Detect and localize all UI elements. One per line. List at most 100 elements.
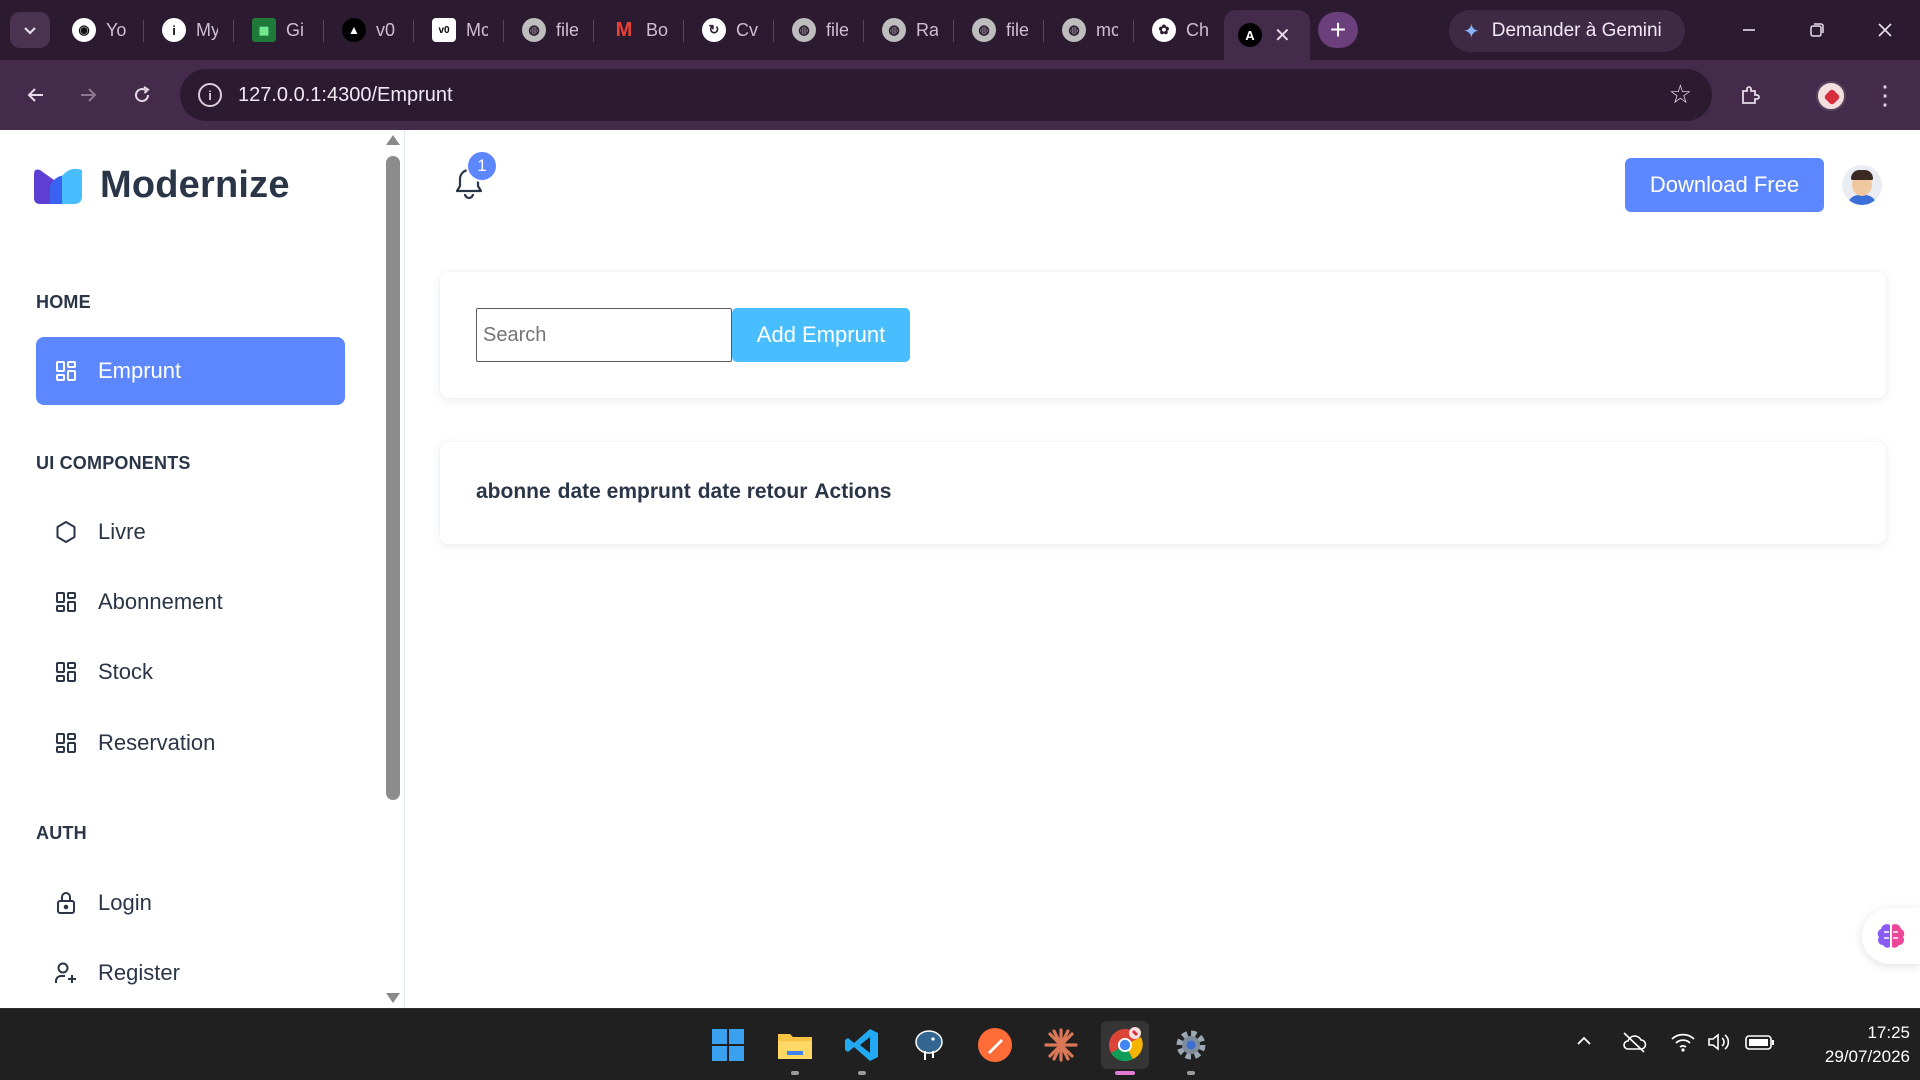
back-button[interactable] xyxy=(16,76,56,114)
sidebar-item-login[interactable]: Login xyxy=(36,869,345,937)
globe-icon: ◍ xyxy=(972,18,996,42)
brand[interactable]: Modernize xyxy=(32,164,290,207)
search-input[interactable] xyxy=(476,308,732,362)
tab-separator xyxy=(683,20,684,42)
modernize-logo-icon xyxy=(32,166,84,206)
settings-taskbar-app[interactable] xyxy=(1167,1021,1215,1075)
sidebar-item-reservation[interactable]: Reservation xyxy=(36,709,345,777)
browser-tab[interactable]: ▲ v0 xyxy=(328,10,414,50)
scroll-up-arrow-icon[interactable] xyxy=(386,135,400,145)
close-window-button[interactable] xyxy=(1862,8,1908,52)
postgresql-taskbar-app[interactable] xyxy=(905,1021,953,1069)
column-header-date-emprunt: date emprunt xyxy=(557,480,691,503)
sidebar-item-stock[interactable]: Stock xyxy=(36,638,345,706)
bookmark-star-icon[interactable]: ☆ xyxy=(1669,79,1692,110)
minimize-button[interactable] xyxy=(1726,8,1772,52)
reload-icon xyxy=(135,86,150,103)
postman-icon xyxy=(978,1028,1012,1062)
wifi-icon[interactable] xyxy=(1670,1031,1696,1059)
column-header-abonne: abonne xyxy=(476,480,551,503)
browser-tab[interactable]: ◍ file xyxy=(778,10,864,50)
sidebar-item-abonnement[interactable]: Abonnement xyxy=(36,568,345,636)
globe-icon: ◍ xyxy=(522,18,546,42)
browser-tab[interactable]: v0 Mc xyxy=(418,10,504,50)
claude-taskbar-app[interactable] xyxy=(1037,1021,1085,1069)
tab-search-button[interactable] xyxy=(10,12,50,48)
browser-tab[interactable]: i My xyxy=(148,10,234,50)
reload-button[interactable] xyxy=(122,76,162,114)
chrome-taskbar-app[interactable] xyxy=(1101,1021,1149,1075)
browser-tab[interactable]: ▦ Gi xyxy=(238,10,324,50)
emprunt-table-card: abonne date emprunt date retour Actions xyxy=(440,442,1886,544)
address-bar[interactable]: i 127.0.0.1:4300/Emprunt ☆ xyxy=(180,69,1712,121)
grid-sheet-icon: ▦ xyxy=(252,18,276,42)
gemini-button[interactable]: ✦ Demander à Gemini xyxy=(1449,10,1685,52)
show-hidden-icons-chevron-up-icon[interactable] xyxy=(1574,1031,1594,1057)
sidebar-item-label: Login xyxy=(98,890,152,915)
sidebar-scroll-thumb[interactable] xyxy=(386,156,400,800)
taskbar-clock[interactable]: 17:25 29/07/2026 xyxy=(1790,1021,1910,1069)
browser-tab-active[interactable]: A ✕ xyxy=(1224,10,1310,60)
clock-date: 29/07/2026 xyxy=(1824,1047,1910,1066)
sidebar-item-register[interactable]: Register xyxy=(36,939,345,1007)
battery-icon[interactable] xyxy=(1745,1031,1775,1059)
column-header-actions: Actions xyxy=(814,480,892,503)
gemini-label: Demander à Gemini xyxy=(1491,20,1662,41)
minimize-icon xyxy=(1743,29,1755,31)
browser-tab[interactable]: ↻ Cv xyxy=(688,10,774,50)
browser-tab[interactable]: ✿ Ch xyxy=(1138,10,1224,50)
tab-title: My xyxy=(196,19,218,40)
notification-badge: 1 xyxy=(466,150,498,182)
forward-button[interactable] xyxy=(68,76,108,114)
url-text[interactable]: 127.0.0.1:4300/Emprunt xyxy=(238,84,453,107)
scroll-down-arrow-icon[interactable] xyxy=(386,993,400,1003)
tab-separator xyxy=(863,20,864,42)
browser-tab[interactable]: ◍ Ra xyxy=(868,10,954,50)
volume-icon[interactable] xyxy=(1707,1031,1733,1059)
browser-tab[interactable]: M Bo xyxy=(598,10,684,50)
restore-button[interactable] xyxy=(1794,8,1840,52)
openai-icon: ✿ xyxy=(1152,18,1176,42)
sidebar: Modernize HOME Emprunt UI COMPONENTS Liv… xyxy=(0,130,405,1008)
download-free-button[interactable]: Download Free xyxy=(1625,158,1824,212)
new-tab-button[interactable]: + xyxy=(1318,12,1358,48)
cloud-offline-icon[interactable] xyxy=(1621,1031,1647,1059)
add-emprunt-button[interactable]: Add Emprunt xyxy=(732,308,910,362)
vscode-taskbar-app[interactable] xyxy=(838,1021,886,1075)
tab-title: Gi xyxy=(286,19,304,40)
arrow-left-icon xyxy=(27,88,43,102)
sidebar-item-emprunt[interactable]: Emprunt xyxy=(36,337,345,405)
section-home: HOME xyxy=(36,292,91,312)
sidebar-item-label: Livre xyxy=(98,519,146,544)
windows-logo-icon xyxy=(712,1029,744,1061)
avatar-shirt xyxy=(1847,195,1877,205)
vercel-triangle-icon: ▲ xyxy=(342,18,366,42)
gemini-sparkle-icon: ✦ xyxy=(1463,20,1480,43)
main-content: 1 Download Free Add Emprunt abonne date … xyxy=(406,130,1920,1008)
browser-tab[interactable]: ◉ Yo xyxy=(58,10,144,50)
user-avatar[interactable] xyxy=(1842,165,1882,205)
postman-taskbar-app[interactable] xyxy=(971,1021,1019,1069)
assistant-brain-button[interactable] xyxy=(1862,908,1920,964)
browser-tab[interactable]: ◍ file xyxy=(508,10,594,50)
chrome-icon xyxy=(1109,1027,1143,1062)
file-explorer-taskbar-app[interactable] xyxy=(771,1021,819,1075)
layout-dashboard-icon xyxy=(52,729,80,757)
browser-menu-icon[interactable]: ⋮ xyxy=(1870,76,1900,114)
profile-avatar[interactable] xyxy=(1816,81,1846,111)
sidebar-item-label: Emprunt xyxy=(98,358,182,383)
arrow-right-icon xyxy=(81,88,97,102)
restore-icon xyxy=(1810,23,1824,37)
clock-time: 17:25 xyxy=(1867,1023,1910,1042)
site-info-icon[interactable]: i xyxy=(198,83,222,107)
start-button[interactable] xyxy=(704,1021,752,1069)
extensions-icon[interactable] xyxy=(1730,76,1770,114)
tab-separator xyxy=(1043,20,1044,42)
close-tab-icon[interactable]: ✕ xyxy=(1274,23,1291,48)
tab-title: file xyxy=(1006,19,1028,40)
browser-tab[interactable]: ◍ file xyxy=(958,10,1044,50)
circle-icon xyxy=(52,518,80,546)
tab-separator xyxy=(143,20,144,42)
sidebar-item-livre[interactable]: Livre xyxy=(36,498,345,566)
browser-tab[interactable]: ◍ mc xyxy=(1048,10,1134,50)
